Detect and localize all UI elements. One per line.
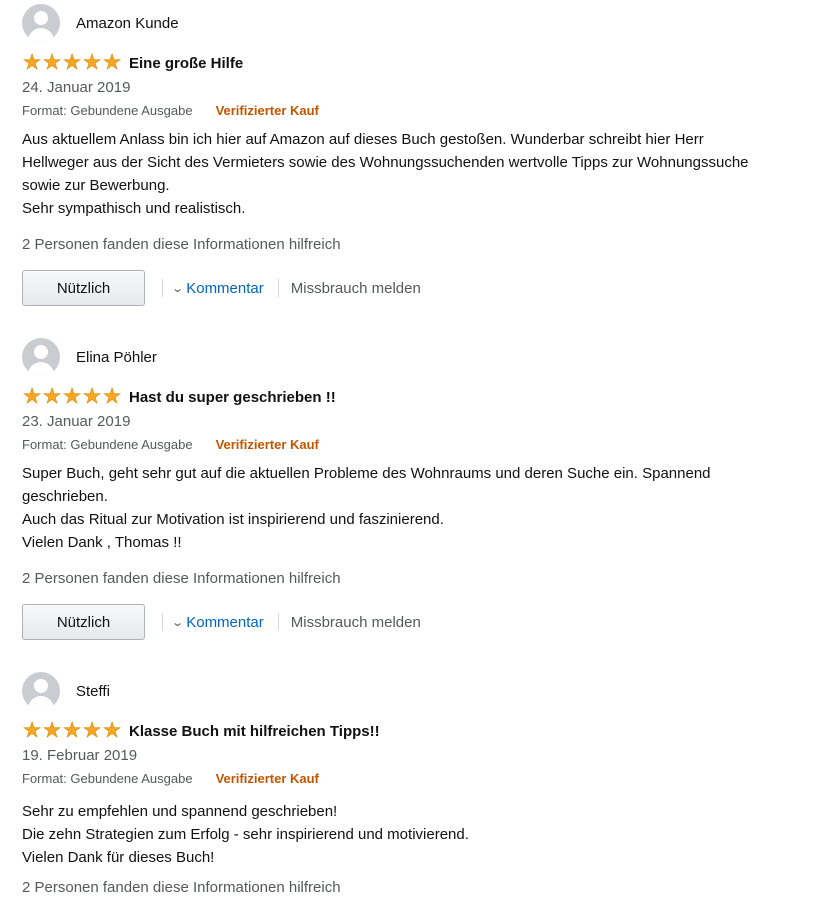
review-card: Amazon Kunde ★ ★ ★ ★ ★ Eine große Hilfe 24. … — [0, 0, 837, 334]
star-rating[interactable]: ★ ★ ★ ★ ★ — [22, 385, 122, 408]
review-date: 19. Februar 2019 — [22, 747, 138, 764]
reviewer-profile[interactable]: Amazon Kunde — [22, 4, 179, 42]
star-icon: ★ — [42, 719, 62, 742]
star-icon: ★ — [22, 51, 42, 74]
review-text-line: sowie zur Bewerbung. — [22, 177, 170, 194]
comment-label: Kommentar — [186, 279, 264, 297]
divider — [277, 279, 279, 297]
review-title[interactable]: Hast du super geschrieben !! — [129, 389, 336, 406]
helpful-count: 2 Personen fanden diese Informationen hi… — [22, 570, 341, 587]
review-text-line: Sehr sympathisch und realistisch. — [22, 200, 246, 217]
verified-purchase-badge: Verifizierter Kauf — [215, 437, 319, 452]
review-text-line: Hellweger aus der Sicht des Vermieters s… — [22, 154, 749, 171]
star-rating[interactable]: ★ ★ ★ ★ ★ — [22, 51, 122, 74]
format-info: Format: Gebundene Ausgabe — [22, 437, 193, 452]
star-icon: ★ — [82, 385, 102, 408]
comment-label: Kommentar — [186, 613, 264, 631]
useful-button[interactable]: Nützlich — [22, 604, 145, 640]
format-info: Format: Gebundene Ausgabe — [22, 771, 193, 786]
comment-link[interactable]: ⌄ Kommentar — [171, 613, 264, 631]
review-body: Aus aktuellem Anlass bin ich hier auf Am… — [22, 128, 822, 220]
star-icon: ★ — [102, 385, 122, 408]
review-title[interactable]: Klasse Buch mit hilfreichen Tipps!! — [129, 723, 380, 740]
avatar-icon — [22, 4, 60, 42]
reviewer-name: Steffi — [76, 682, 110, 700]
useful-button[interactable]: Nützlich — [22, 270, 145, 306]
review-body: Super Buch, geht sehr gut auf die aktuel… — [22, 462, 822, 554]
report-abuse-link[interactable]: Missbrauch melden — [291, 280, 421, 297]
chevron-down-icon: ⌄ — [171, 282, 185, 295]
reviewer-name: Elina Pöhler — [76, 348, 157, 366]
format-info: Format: Gebundene Ausgabe — [22, 103, 193, 118]
comment-link[interactable]: ⌄ Kommentar — [171, 279, 264, 297]
review-card: Elina Pöhler ★ ★ ★ ★ ★ Hast du super geschri… — [0, 334, 837, 668]
star-icon: ★ — [62, 385, 82, 408]
review-text-line: geschrieben. — [22, 488, 108, 505]
review-text-line: Sehr zu empfehlen und spannend geschrieb… — [22, 803, 338, 820]
star-icon: ★ — [82, 51, 102, 74]
divider — [162, 279, 163, 297]
star-icon: ★ — [62, 51, 82, 74]
review-text-line: Auch das Ritual zur Motivation ist inspi… — [22, 511, 444, 528]
avatar-icon — [22, 672, 60, 710]
star-rating[interactable]: ★ ★ ★ ★ ★ — [22, 719, 122, 742]
chevron-down-icon: ⌄ — [171, 616, 185, 629]
review-text-line: Super Buch, geht sehr gut auf die aktuel… — [22, 465, 711, 482]
divider — [277, 613, 279, 631]
star-icon: ★ — [62, 719, 82, 742]
review-card: Steffi ★ ★ ★ ★ ★ Klasse Buch mit hilfreichen… — [0, 668, 837, 905]
report-abuse-link[interactable]: Missbrauch melden — [291, 614, 421, 631]
divider — [162, 613, 163, 631]
helpful-count: 2 Personen fanden diese Informationen hi… — [22, 879, 341, 896]
review-body: Sehr zu empfehlen und spannend geschrieb… — [22, 800, 822, 869]
verified-purchase-badge: Verifizierter Kauf — [215, 771, 319, 786]
reviewer-profile[interactable]: Steffi — [22, 672, 110, 710]
star-icon: ★ — [102, 719, 122, 742]
review-text-line: Vielen Dank , Thomas !! — [22, 534, 182, 551]
avatar-icon — [22, 338, 60, 376]
review-text-line: Die zehn Strategien zum Erfolg - sehr in… — [22, 826, 469, 843]
star-icon: ★ — [42, 385, 62, 408]
reviewer-name: Amazon Kunde — [76, 14, 179, 32]
star-icon: ★ — [102, 51, 122, 74]
helpful-count: 2 Personen fanden diese Informationen hi… — [22, 236, 341, 253]
review-text-line: Aus aktuellem Anlass bin ich hier auf Am… — [22, 131, 704, 148]
review-date: 24. Januar 2019 — [22, 79, 131, 96]
review-text-line: Vielen Dank für dieses Buch! — [22, 849, 215, 866]
star-icon: ★ — [42, 51, 62, 74]
review-date: 23. Januar 2019 — [22, 413, 131, 430]
star-icon: ★ — [22, 385, 42, 408]
star-icon: ★ — [22, 719, 42, 742]
review-title[interactable]: Eine große Hilfe — [129, 55, 243, 72]
verified-purchase-badge: Verifizierter Kauf — [215, 103, 319, 118]
star-icon: ★ — [82, 719, 102, 742]
reviewer-profile[interactable]: Elina Pöhler — [22, 338, 157, 376]
